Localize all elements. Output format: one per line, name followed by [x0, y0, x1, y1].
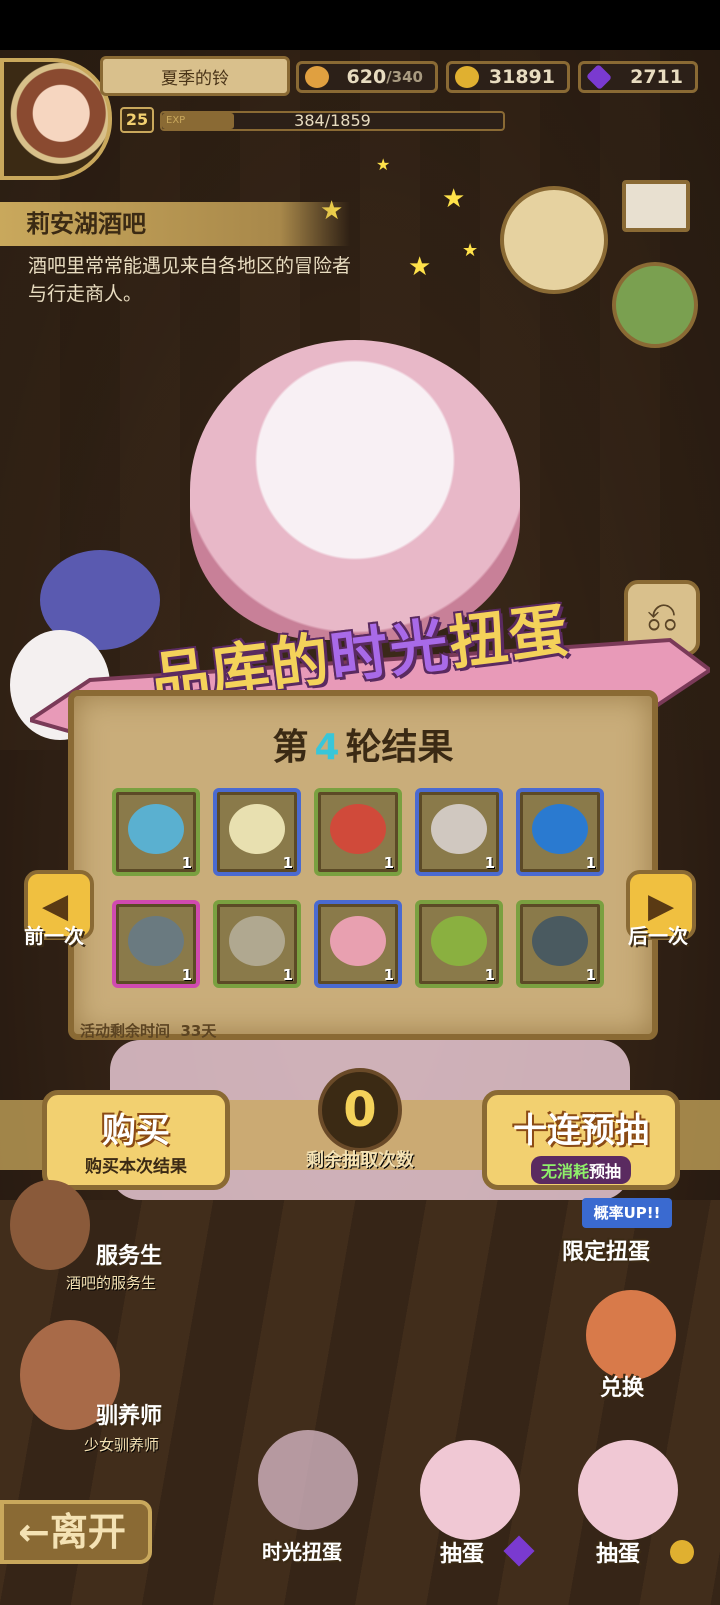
leave-button[interactable]: ←离开: [0, 1500, 152, 1564]
item-quantity: 1: [585, 966, 596, 984]
spiked-egg-icon: [431, 803, 487, 854]
stamina-counter[interactable]: 620/340: [296, 61, 438, 93]
buy-label: 购买: [102, 1111, 170, 1151]
exchange-button[interactable]: 兑换: [600, 1370, 644, 1402]
sprout-icon: [431, 915, 487, 966]
npc-waiter-title[interactable]: 服务生: [96, 1238, 162, 1270]
gold-coin-icon: [455, 66, 479, 88]
hammer-icon: [128, 915, 184, 966]
feather-leaf-icon: [229, 915, 285, 966]
shell-icon: [128, 803, 184, 854]
npc-tamer-title[interactable]: 驯养师: [96, 1398, 162, 1430]
quest-scroll-icon[interactable]: [500, 186, 608, 294]
result-item-spiked-egg[interactable]: 1: [415, 788, 503, 876]
player-level: 25: [120, 107, 154, 133]
exchange-icon[interactable]: [586, 1290, 676, 1380]
result-item-hammer[interactable]: 1: [112, 900, 200, 988]
remaining-label: 剩余抽取次数: [306, 1150, 414, 1171]
star-icon: ★: [462, 240, 479, 261]
result-item-blue-orb[interactable]: 1: [516, 788, 604, 876]
result-item-sprout[interactable]: 1: [415, 900, 503, 988]
bread-icon: [305, 66, 329, 88]
npc-waiter-subtitle: 酒吧的服务生: [66, 1274, 157, 1292]
item-quantity: 1: [484, 854, 495, 872]
crab-icon: [330, 803, 386, 854]
item-quantity: 1: [383, 854, 394, 872]
buy-sublabel: 购买本次结果: [85, 1157, 187, 1177]
gem-gacha-icon[interactable]: [420, 1440, 520, 1540]
npc-tamer-subtitle: 少女驯养师: [84, 1436, 160, 1454]
time-gacha-icon[interactable]: [258, 1430, 358, 1530]
draw-gem-button[interactable]: 抽蛋: [440, 1536, 484, 1568]
time-gacha-button[interactable]: 时光扭蛋: [262, 1536, 342, 1565]
location-description: 酒吧里常常能遇见来自各地区的冒险者与行走商人。: [28, 255, 352, 305]
result-item-bow-hat[interactable]: 1: [314, 900, 402, 988]
result-item-feather-leaf[interactable]: 1: [213, 900, 301, 988]
event-timer: 活动剩余时间 33天: [80, 1022, 217, 1040]
prev-label: 前一次: [24, 924, 84, 948]
item-quantity: 1: [181, 966, 192, 984]
player-name: 夏季的铃: [100, 56, 290, 96]
turtle-shell-icon: [532, 915, 588, 966]
item-quantity: 1: [282, 966, 293, 984]
waiter-portrait[interactable]: [10, 1180, 90, 1270]
item-quantity: 1: [282, 854, 293, 872]
blue-orb-icon: [532, 803, 588, 854]
gem-counter[interactable]: 2711: [578, 61, 698, 93]
result-item-turtle-shell[interactable]: 1: [516, 900, 604, 988]
seed-pod-icon: [229, 803, 285, 854]
rate-up-badge: 概率UP!!: [582, 1198, 672, 1228]
gold-gacha-icon[interactable]: [578, 1440, 678, 1540]
result-item-shell[interactable]: 1: [112, 788, 200, 876]
gold-coin-icon: [670, 1540, 694, 1564]
location-title: 莉安湖酒吧: [0, 202, 350, 246]
next-label: 后一次: [628, 924, 688, 948]
gem-icon: [585, 63, 613, 91]
mail-icon[interactable]: [622, 180, 690, 232]
exp-bar: EXP 384/1859: [160, 111, 505, 131]
star-icon: ★: [376, 155, 391, 174]
remaining-count: 0: [318, 1068, 402, 1152]
item-quantity: 1: [181, 854, 192, 872]
draw-gold-button[interactable]: 抽蛋: [596, 1536, 640, 1568]
ten-pull-button[interactable]: 十连预抽 无消耗预抽: [482, 1090, 680, 1190]
result-item-seed-pod[interactable]: 1: [213, 788, 301, 876]
item-quantity: 1: [585, 854, 596, 872]
exp-value: 384/1859: [294, 111, 371, 130]
result-item-crab[interactable]: 1: [314, 788, 402, 876]
star-icon: ★: [408, 252, 432, 282]
round-result-heading: 第 4 轮结果: [272, 727, 454, 768]
backpack-icon[interactable]: [612, 262, 698, 348]
limited-gacha-button[interactable]: 限定扭蛋: [562, 1234, 650, 1266]
item-quantity: 1: [484, 966, 495, 984]
item-quantity: 1: [383, 966, 394, 984]
gold-counter[interactable]: 31891: [446, 61, 570, 93]
ten-pull-sublabel: 无消耗预抽: [530, 1156, 632, 1184]
star-icon: ★: [442, 184, 466, 214]
ten-pull-label: 十连预抽: [513, 1111, 649, 1151]
bow-hat-icon: [330, 915, 386, 966]
buy-button[interactable]: 购买 购买本次结果: [42, 1090, 230, 1190]
